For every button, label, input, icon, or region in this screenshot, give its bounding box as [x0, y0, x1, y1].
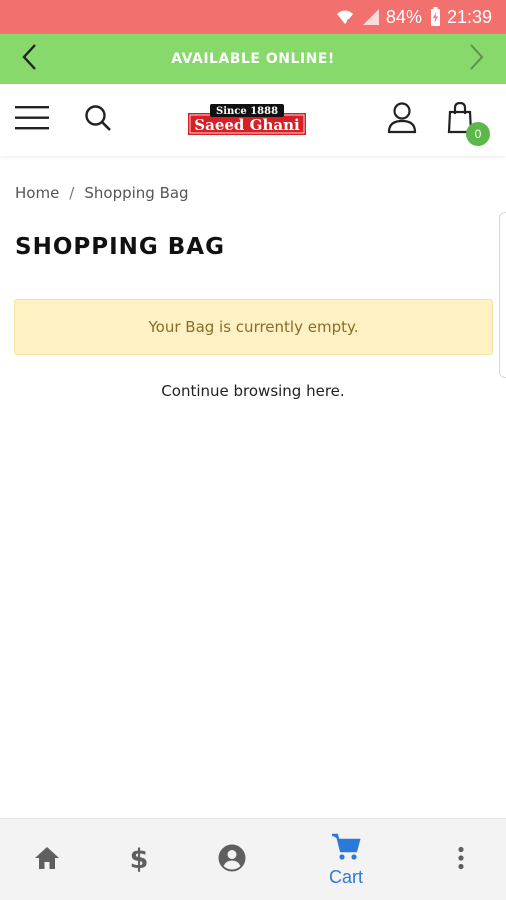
announcement-text: AVAILABLE ONLINE! [171, 51, 335, 67]
chevron-left-icon [21, 43, 37, 75]
nav-prices[interactable]: $ [114, 819, 164, 900]
continue-browsing-text: Continue browsing here. [0, 382, 506, 400]
nav-cart-label: Cart [328, 866, 363, 887]
user-icon [387, 102, 417, 138]
signal-icon [362, 8, 380, 26]
nav-home[interactable] [22, 819, 72, 900]
site-logo[interactable]: Since 1888 Saeed Ghani [186, 102, 308, 138]
bottom-navigation: $ Cart [0, 818, 506, 900]
continue-browsing-link[interactable]: here [306, 382, 340, 400]
more-vertical-icon [457, 846, 465, 874]
home-icon [34, 846, 60, 874]
announcement-prev-button[interactable] [4, 34, 54, 84]
svg-text:$: $ [130, 844, 148, 872]
breadcrumb-current: Shopping Bag [84, 184, 189, 202]
nav-cart[interactable]: Cart [316, 819, 376, 900]
breadcrumb-separator: / [69, 184, 75, 202]
announcement-next-button[interactable] [452, 34, 502, 84]
menu-button[interactable] [10, 98, 54, 142]
empty-bag-notice: Your Bag is currently empty. [14, 299, 493, 355]
breadcrumb: Home / Shopping Bag [15, 184, 189, 202]
continue-prefix: Continue browsing [161, 382, 307, 400]
nav-more[interactable] [436, 819, 486, 900]
continue-suffix: . [339, 382, 345, 400]
cart-count-badge: 0 [466, 122, 490, 146]
breadcrumb-home-link[interactable]: Home [15, 184, 59, 202]
wifi-icon [336, 9, 354, 25]
search-button[interactable] [76, 98, 120, 142]
battery-charging-icon [430, 7, 441, 27]
search-icon [84, 104, 112, 136]
account-icon [218, 844, 246, 876]
cart-icon [331, 833, 361, 865]
page-title: SHOPPING BAG [15, 234, 225, 260]
account-button[interactable] [380, 98, 424, 142]
site-header: Since 1888 Saeed Ghani 0 [0, 84, 506, 156]
announcement-bar: AVAILABLE ONLINE! [0, 34, 506, 84]
logo-wordmark: Saeed Ghani [194, 116, 300, 134]
menu-icon [15, 105, 49, 135]
nav-account[interactable] [207, 819, 257, 900]
chevron-right-icon [469, 43, 485, 75]
dollar-icon: $ [130, 844, 149, 876]
side-drawer-handle[interactable] [499, 212, 506, 378]
status-bar: 84% 21:39 [0, 0, 506, 34]
battery-percent: 84% [385, 6, 422, 27]
status-time: 21:39 [446, 6, 492, 27]
